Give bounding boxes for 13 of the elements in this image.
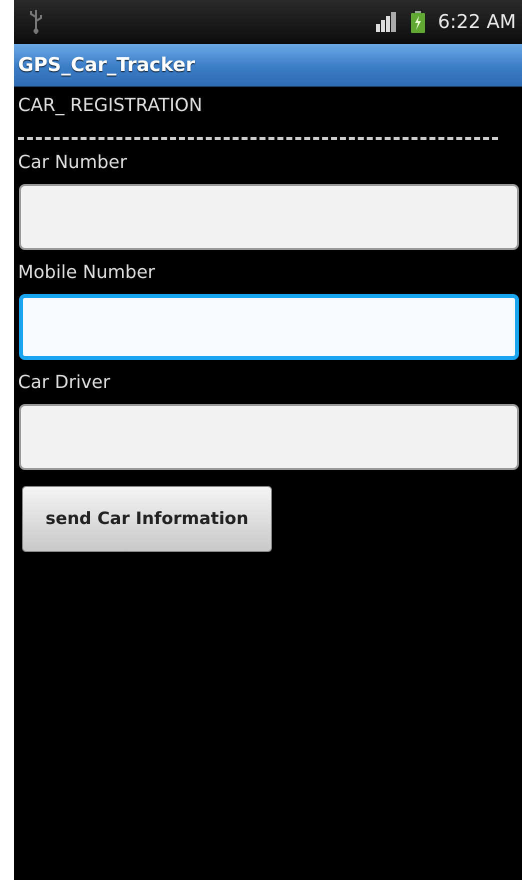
input-field[interactable]: [19, 184, 519, 250]
battery-icon: [410, 11, 426, 33]
signal-icon: [376, 12, 398, 32]
send-button[interactable]: send Car Information: [22, 486, 272, 552]
app-title: GPS_Car_Tracker: [18, 54, 196, 76]
field-label: Mobile Number: [18, 262, 156, 285]
input-field[interactable]: [19, 294, 519, 360]
status-time: 6:22 AM: [438, 11, 516, 33]
field-label: Car Driver: [18, 372, 110, 395]
heading: CAR_ REGISTRATION: [18, 94, 202, 118]
usb-icon: [28, 9, 44, 35]
input-field[interactable]: [19, 404, 519, 470]
field-label: Car Number: [18, 152, 128, 175]
